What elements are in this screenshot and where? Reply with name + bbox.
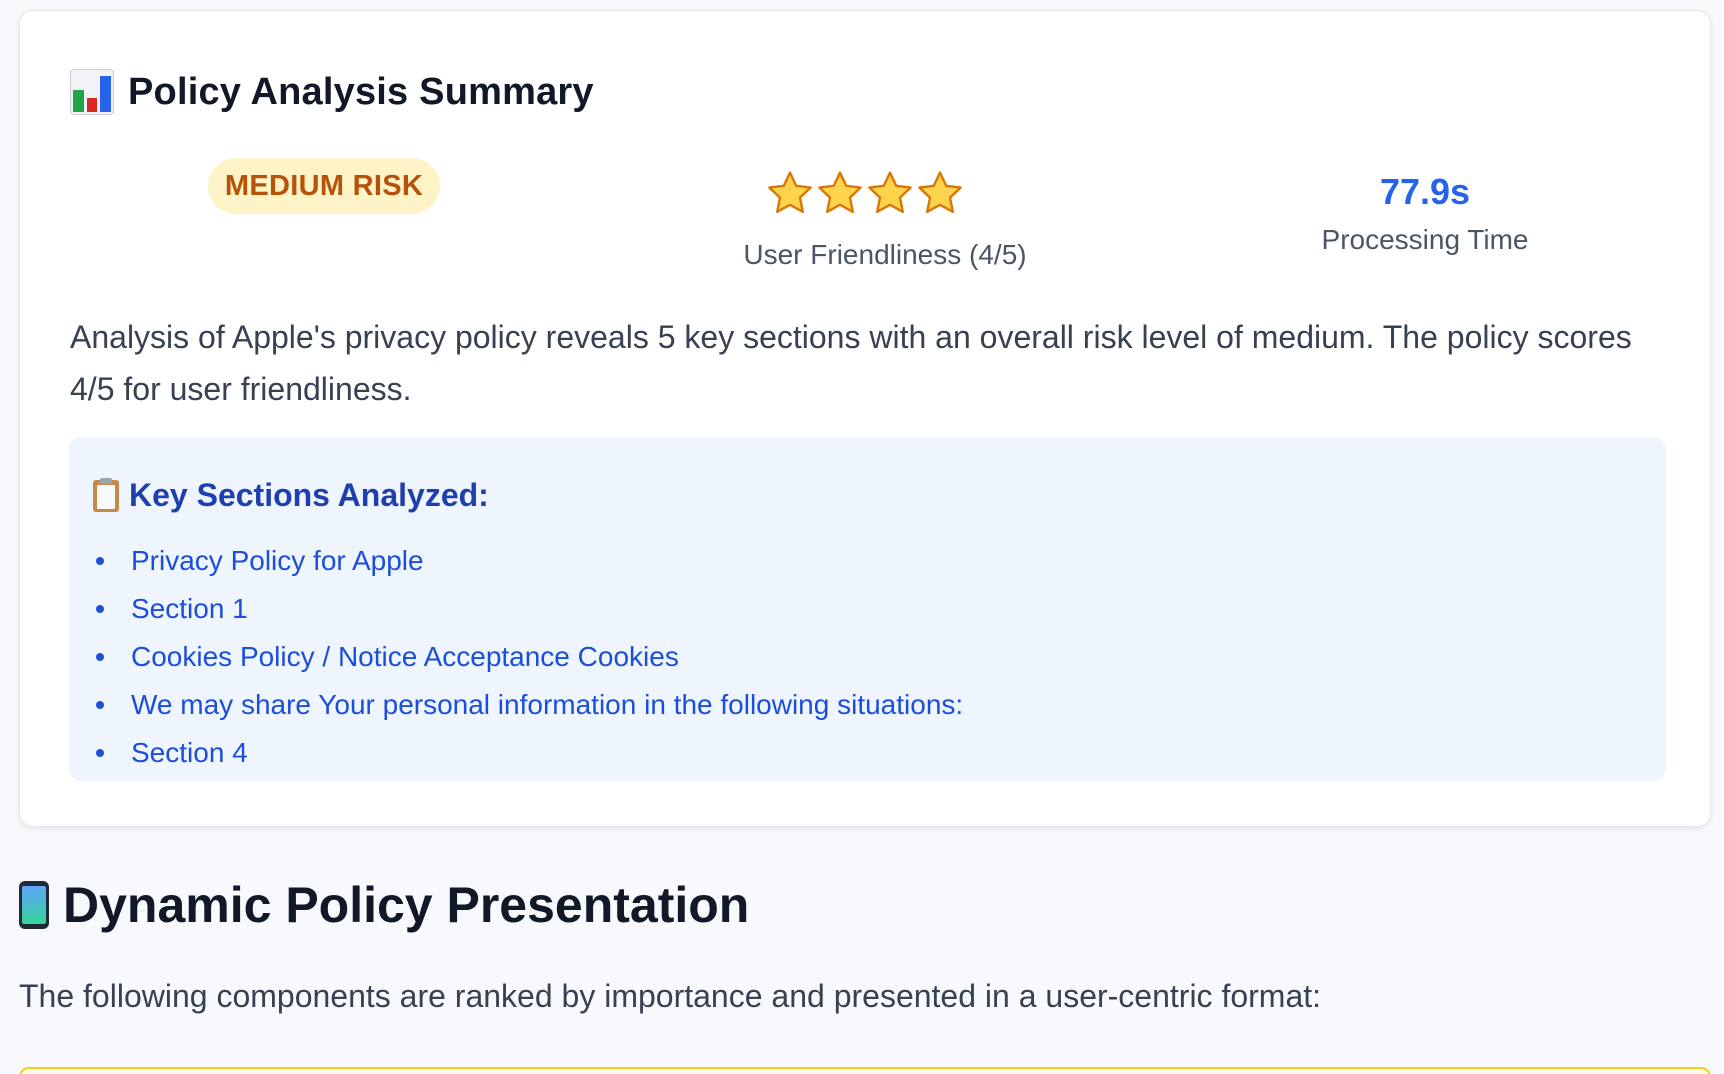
dynamic-policy-presentation-heading: Dynamic Policy Presentation [19,876,749,934]
key-sections-title-text: Key Sections Analyzed: [129,477,489,513]
star-icon [868,171,912,213]
card-title: Policy Analysis Summary [70,69,594,115]
key-sections-panel: Key Sections Analyzed: Privacy Policy fo… [69,437,1666,781]
clipboard-icon [93,477,119,512]
card-title-text: Policy Analysis Summary [128,70,594,113]
user-friendliness-stars [766,169,964,217]
user-friendliness-label: User Friendliness (4/5) [743,239,1027,270]
analysis-summary-text: Analysis of Apple's privacy policy revea… [70,319,1632,407]
page: Policy Analysis Summary MEDIUM RISK User… [0,0,1724,1074]
key-sections-title: Key Sections Analyzed: [93,477,489,514]
key-section-item: Section 1 [93,585,963,633]
presentation-intro-text: The following components are ranked by i… [19,978,1322,1014]
mobile-phone-icon [19,881,49,929]
star-icon [818,171,862,213]
key-section-item: Cookies Policy / Notice Acceptance Cooki… [93,633,963,681]
bar-chart-icon [70,69,114,115]
key-section-item: We may share Your personal information i… [93,681,963,729]
next-component-card [19,1067,1711,1074]
star-icon [918,171,962,213]
processing-time-value: 77.9s [1379,171,1471,212]
star-icon [768,171,812,213]
processing-time-label: Processing Time [1321,224,1529,255]
key-section-item: Privacy Policy for Apple [93,537,963,585]
policy-analysis-summary-card: Policy Analysis Summary MEDIUM RISK User… [19,10,1711,827]
risk-badge: MEDIUM RISK [208,158,440,214]
presentation-heading-text: Dynamic Policy Presentation [63,877,750,933]
key-section-item: Section 4 [93,729,963,777]
key-sections-list: Privacy Policy for Apple Section 1 Cooki… [93,537,963,777]
